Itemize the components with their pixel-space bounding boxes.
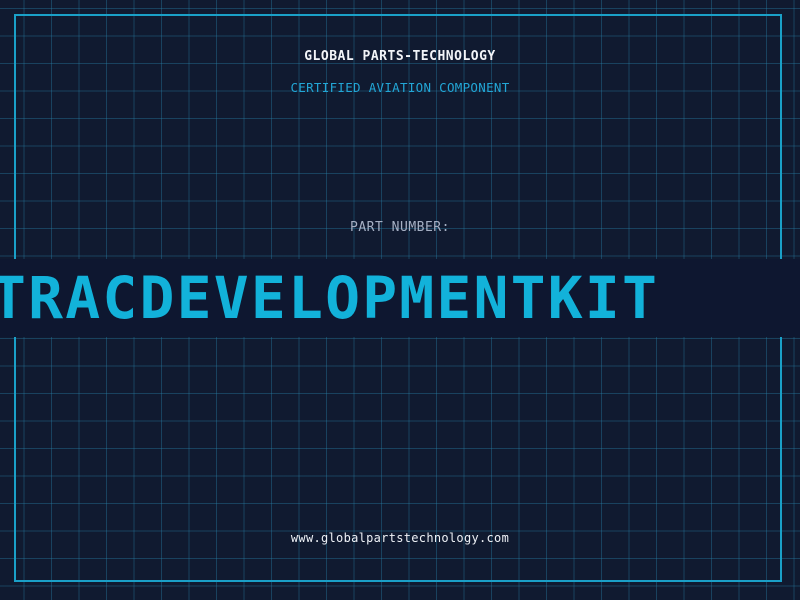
website-url: www.globalpartstechnology.com <box>290 531 510 545</box>
part-number-band: TRACDEVELOPMENTKIT <box>0 259 800 337</box>
part-card: GLOBAL PARTS-TECHNOLOGY CERTIFIED AVIATI… <box>0 0 800 600</box>
company-name: GLOBAL PARTS-TECHNOLOGY <box>304 49 496 64</box>
part-number-label: PART NUMBER: <box>350 220 450 235</box>
part-number-value: TRACDEVELOPMENTKIT <box>0 264 660 332</box>
certification-tagline: CERTIFIED AVIATION COMPONENT <box>290 80 510 95</box>
